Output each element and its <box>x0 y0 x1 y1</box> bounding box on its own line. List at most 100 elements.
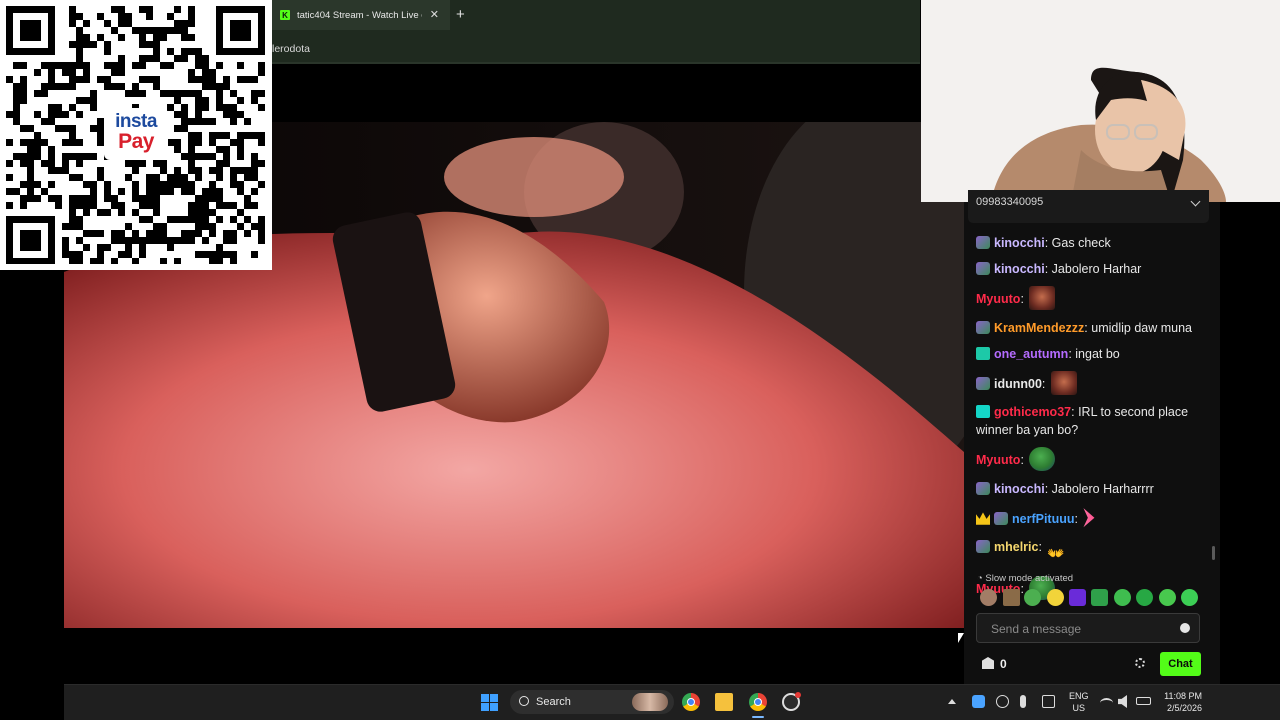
divider <box>272 62 920 64</box>
browser-tab[interactable]: K tatic404 Stream - Watch Live on Kick ✕ <box>272 0 450 30</box>
input-placeholder: Send a message <box>991 622 1082 636</box>
kick-favicon-icon: K <box>280 10 290 20</box>
chat-username[interactable]: KramMendezzz <box>994 321 1084 335</box>
chat-message: kinocchi: Gas check <box>976 234 1208 252</box>
sub-badge-icon <box>976 481 990 495</box>
chat-separator: : <box>1020 453 1028 468</box>
emote-cup-icon[interactable] <box>1091 589 1108 606</box>
wifi-icon[interactable] <box>1100 698 1113 708</box>
chrome-icon[interactable] <box>682 693 700 711</box>
chat-message: idunn00: <box>976 370 1208 395</box>
chat-username[interactable]: one_autumn <box>994 347 1068 361</box>
chat-username[interactable]: Myuuto <box>976 292 1020 306</box>
language-indicator[interactable]: ENG US <box>1069 690 1089 714</box>
face-emote-icon[interactable] <box>1029 286 1056 311</box>
pinned-text: 09983340095 <box>976 196 1044 208</box>
face-emote-icon[interactable] <box>1050 370 1077 395</box>
emote-pepe4-icon[interactable] <box>1181 589 1198 606</box>
emote-cat-icon[interactable] <box>980 589 997 606</box>
points-count: 0 <box>1000 657 1007 671</box>
sub-badge-icon <box>976 236 990 249</box>
running-indicator <box>752 716 764 718</box>
og-badge-icon <box>976 405 990 419</box>
chat-username[interactable]: Myuuto <box>976 453 1020 467</box>
search-label: Search <box>536 696 571 708</box>
chat-message-input[interactable]: Send a message <box>976 613 1200 643</box>
system-tray <box>944 692 1154 714</box>
chrome-active-icon[interactable] <box>749 693 767 711</box>
instapay-logo: insta Pay <box>104 108 168 160</box>
sub-badge-icon <box>994 511 1008 525</box>
slow-mode-text: Slow mode activated <box>985 573 1074 584</box>
chevron-up-icon[interactable] <box>948 699 956 704</box>
points-icon[interactable] <box>982 657 994 669</box>
gift-badge-icon <box>976 346 990 360</box>
emote-yellow-icon[interactable] <box>1047 589 1064 606</box>
chat-username[interactable]: kinocchi <box>994 262 1045 276</box>
network-app-icon[interactable] <box>972 695 985 708</box>
chevron-down-icon[interactable] <box>1190 196 1201 207</box>
close-tab-icon[interactable]: ✕ <box>430 8 439 21</box>
pepe-emote-icon[interactable] <box>1029 447 1056 472</box>
sub-badge-icon <box>976 262 990 276</box>
emote-pepe-icon[interactable] <box>1114 589 1131 606</box>
clock[interactable]: 11:08 PM 2/5/2026 <box>1160 690 1202 714</box>
chat-message: KramMendezzz: umidlip daw muna <box>976 319 1208 337</box>
chat-username[interactable]: idunn00 <box>994 377 1042 391</box>
chat-message: Myuuto: <box>976 286 1208 311</box>
sub-badge-icon <box>976 539 990 553</box>
chat-text: umidlip daw muna <box>1091 320 1192 335</box>
new-tab-button[interactable]: + <box>456 6 465 23</box>
search-icon <box>519 696 529 706</box>
display-icon[interactable] <box>1042 695 1055 708</box>
emoji-icon[interactable] <box>1180 623 1190 633</box>
chat-separator: : <box>1041 376 1049 391</box>
battery-icon[interactable] <box>1136 697 1151 705</box>
address-bar[interactable]: lerodota <box>272 34 920 62</box>
taskbar-search[interactable]: Search <box>510 690 674 714</box>
webcam-person-image <box>921 0 1280 202</box>
chat-username[interactable]: kinocchi <box>994 236 1045 250</box>
chat-text: Jabolero Harharrrr <box>1051 481 1154 496</box>
clock-date: 2/5/2026 <box>1166 703 1202 713</box>
emote-box-icon[interactable] <box>1003 589 1020 606</box>
region-code: US <box>1072 703 1086 713</box>
chat-username[interactable]: kinocchi <box>994 482 1045 496</box>
chat-scrollbar[interactable] <box>1212 546 1215 560</box>
emote-frog-icon[interactable] <box>1024 589 1041 606</box>
chat-footer: 0 Chat <box>976 652 1201 676</box>
chat-separator: : <box>1038 539 1046 554</box>
chat-text: Gas check <box>1051 236 1111 250</box>
microphone-icon[interactable] <box>1020 695 1026 708</box>
chat-username[interactable]: gothicemo37 <box>994 405 1071 419</box>
emote-pepe2-icon[interactable] <box>1136 589 1153 606</box>
chat-username[interactable]: nerfPituuu <box>1012 512 1075 526</box>
chat-message: one_autumn: ingat bo <box>976 345 1208 363</box>
sub-badge-icon <box>976 376 990 390</box>
chat-message: gothicemo37: IRL to second place winner … <box>976 403 1208 439</box>
windows-start-icon[interactable] <box>481 694 498 711</box>
chat-separator: : <box>1020 292 1028 307</box>
instapay-qr-code: insta Pay <box>0 0 272 270</box>
sync-off-icon[interactable] <box>996 695 1009 708</box>
gear-icon[interactable] <box>1135 658 1145 668</box>
file-explorer-icon[interactable] <box>715 693 733 711</box>
chat-send-button[interactable]: Chat <box>1160 652 1201 676</box>
crown-badge-icon <box>976 512 990 525</box>
pinned-message[interactable]: 09983340095 <box>968 190 1209 223</box>
emote-pepe3-icon[interactable] <box>1159 589 1176 606</box>
logo-text-insta: insta <box>115 111 157 132</box>
mouse-cursor-icon <box>958 633 964 643</box>
clock-time: 11:08 PM <box>1164 691 1202 701</box>
chat-text: Jabolero Harhar <box>1051 262 1142 277</box>
bow-emote-icon[interactable] <box>1083 508 1095 528</box>
address-text: lerodota <box>272 43 310 55</box>
chat-separator: : <box>1044 481 1052 496</box>
chat-separator: : <box>1074 511 1082 526</box>
volume-icon[interactable] <box>1118 695 1127 708</box>
chat-message: Myuuto: <box>976 447 1208 472</box>
chat-username[interactable]: mhelric <box>994 540 1038 554</box>
hands-emote-icon[interactable]: 👐 <box>1047 544 1073 568</box>
search-highlight-image <box>632 693 668 711</box>
emote-purple-icon[interactable] <box>1069 589 1086 606</box>
